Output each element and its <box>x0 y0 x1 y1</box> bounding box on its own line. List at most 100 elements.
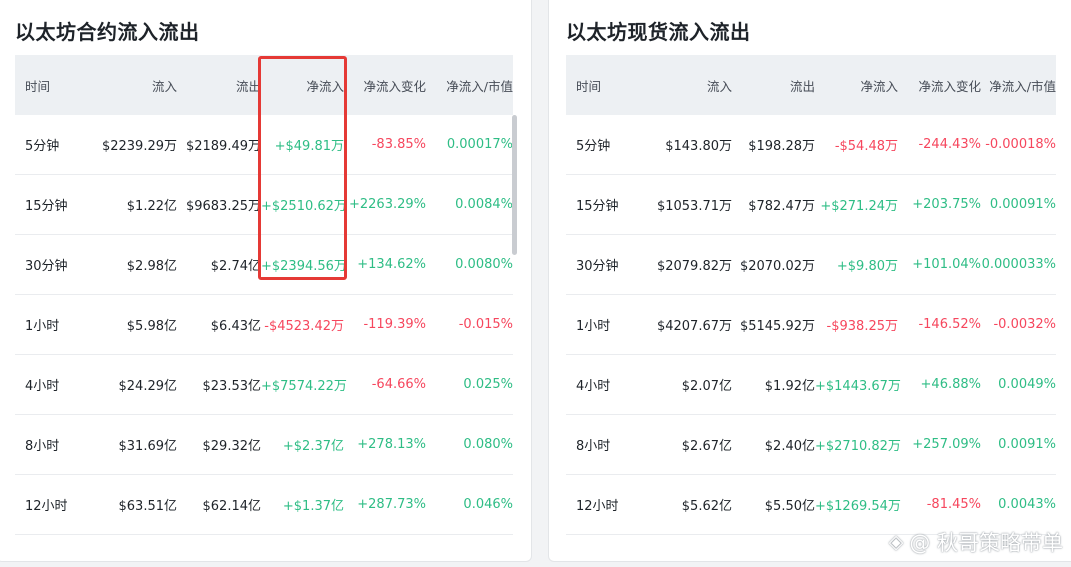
header-outflow[interactable]: 流出 <box>732 76 815 95</box>
cell-inflow: $31.69亿 <box>118 439 178 454</box>
table-row: 30分钟 $2079.82万 $2070.02万 +$9.80万 +101.04% 0.0… <box>566 235 1056 295</box>
binance-diamond-icon: ◈ <box>888 531 904 553</box>
cell-time: 4小时 <box>25 379 60 394</box>
cell-time: 15分钟 <box>25 199 68 214</box>
cell-net-inflow-change: +203.75% <box>912 197 981 212</box>
cell-outflow: $62.14亿 <box>202 499 262 514</box>
header-net-inflow-market-cap[interactable]: 净流入/市值 <box>426 76 513 95</box>
cell-net-inflow-market-cap: -0.0032% <box>993 317 1056 332</box>
cell-net-inflow-market-cap: 0.046% <box>463 497 513 512</box>
cell-time: 5分钟 <box>25 139 60 154</box>
cell-time: 1小时 <box>576 319 611 334</box>
cell-net-inflow-change: +2263.29% <box>348 197 426 212</box>
header-inflow[interactable]: 流入 <box>646 76 732 95</box>
table-scrollbar[interactable] <box>512 115 517 255</box>
table-row: 4小时 $2.07亿 $1.92亿 +$1443.67万 +46.88% 0.0049% <box>566 355 1056 415</box>
cell-net-inflow-market-cap: 0.0091% <box>998 437 1056 452</box>
table-row: 8小时 $2.67亿 $2.40亿 +$2710.82万 +257.09% 0.0091% <box>566 415 1056 475</box>
cell-net-inflow: +$271.24万 <box>820 199 898 214</box>
cell-net-inflow-market-cap: 0.0049% <box>998 377 1056 392</box>
cell-net-inflow-market-cap: 0.0080% <box>455 257 513 272</box>
cell-outflow: $2.74亿 <box>210 259 261 274</box>
cell-outflow: $23.53亿 <box>202 379 262 394</box>
table-row: 30分钟 $2.98亿 $2.74亿 +$2394.56万 +134.62% 0.0080… <box>15 235 513 295</box>
cell-time: 1小时 <box>25 319 60 334</box>
cell-net-inflow-change: +257.09% <box>912 437 981 452</box>
table-header: 时间 流入 流出 净流入 净流入变化 净流入/市值 <box>566 55 1056 115</box>
panel-title: 以太坊合约流入流出 <box>15 20 200 44</box>
cell-outflow: $6.43亿 <box>210 319 261 334</box>
cell-time: 8小时 <box>576 439 611 454</box>
cell-outflow: $2189.49万 <box>185 139 261 154</box>
cell-net-inflow-market-cap: 0.0043% <box>998 497 1056 512</box>
cell-net-inflow: +$1.37亿 <box>282 499 344 514</box>
cell-inflow: $2079.82万 <box>656 259 732 274</box>
cell-inflow: $1053.71万 <box>656 199 732 214</box>
cell-net-inflow: +$9.80万 <box>836 259 898 274</box>
cell-net-inflow-market-cap: 0.025% <box>463 377 513 392</box>
header-net-inflow-market-cap[interactable]: 净流入/市值 <box>981 76 1056 95</box>
cell-time: 8小时 <box>25 439 60 454</box>
cell-time: 12小时 <box>576 499 619 514</box>
cell-net-inflow: -$938.25万 <box>826 319 898 334</box>
header-time[interactable]: 时间 <box>566 76 646 95</box>
cell-net-inflow: +$2710.82万 <box>815 439 901 454</box>
cell-net-inflow-change: +287.73% <box>357 497 426 512</box>
cell-net-inflow-change: +278.13% <box>357 437 426 452</box>
cell-inflow: $2.67亿 <box>681 439 732 454</box>
table-row: 4小时 $24.29亿 $23.53亿 +$7574.22万 -64.66% 0.025% <box>15 355 513 415</box>
cell-net-inflow-market-cap: 0.0084% <box>455 197 513 212</box>
table-row: 5分钟 $2239.29万 $2189.49万 +$49.81万 -83.85% 0.00… <box>15 115 513 175</box>
cell-inflow: $143.80万 <box>665 139 732 154</box>
contract-flow-table: 时间 流入 流出 净流入 净流入变化 净流入/市值 5分钟 $2239.29万 $2189.49… <box>15 55 513 535</box>
cell-net-inflow-market-cap: -0.015% <box>458 317 513 332</box>
cell-inflow: $2.07亿 <box>681 379 732 394</box>
cell-outflow: $198.28万 <box>748 139 815 154</box>
cell-time: 5分钟 <box>576 139 611 154</box>
cell-net-inflow: +$7574.22万 <box>261 379 347 394</box>
cell-inflow: $24.29亿 <box>118 379 178 394</box>
spot-flow-panel: 以太坊现货流入流出 时间 流入 流出 净流入 净流入变化 净流入/市值 5分钟 $143.80… <box>548 0 1071 562</box>
cell-net-inflow: -$54.48万 <box>834 139 898 154</box>
table-row: 5分钟 $143.80万 $198.28万 -$54.48万 -244.43% -0.00… <box>566 115 1056 175</box>
header-net-inflow[interactable]: 净流入 <box>815 76 898 95</box>
cell-net-inflow: +$2394.56万 <box>261 259 347 274</box>
table-row: 1小时 $5.98亿 $6.43亿 -$4523.42万 -119.39% -0.015% <box>15 295 513 355</box>
cell-net-inflow: +$2510.62万 <box>261 199 347 214</box>
header-time[interactable]: 时间 <box>15 76 95 95</box>
cell-outflow: $2.40亿 <box>764 439 815 454</box>
table-row: 8小时 $31.69亿 $29.32亿 +$2.37亿 +278.13% 0.080% <box>15 415 513 475</box>
table-row: 1小时 $4207.67万 $5145.92万 -$938.25万 -146.52% -0… <box>566 295 1056 355</box>
header-net-inflow-change[interactable]: 净流入变化 <box>344 76 426 95</box>
cell-net-inflow-market-cap: 0.00017% <box>446 137 513 152</box>
cell-outflow: $29.32亿 <box>202 439 262 454</box>
cell-inflow: $2239.29万 <box>101 139 177 154</box>
watermark-text: @ 秋哥策略带单 <box>909 531 1063 555</box>
cell-net-inflow-change: +134.62% <box>357 257 426 272</box>
cell-net-inflow: +$1443.67万 <box>815 379 901 394</box>
cell-outflow: $5.50亿 <box>764 499 815 514</box>
header-inflow[interactable]: 流入 <box>95 76 177 95</box>
cell-net-inflow-change: -146.52% <box>918 317 981 332</box>
spot-flow-table: 时间 流入 流出 净流入 净流入变化 净流入/市值 5分钟 $143.80万 $198.28万 -… <box>566 55 1056 535</box>
table-row: 12小时 $5.62亿 $5.50亿 +$1269.54万 -81.45% 0.0043% <box>566 475 1056 535</box>
table-row: 12小时 $63.51亿 $62.14亿 +$1.37亿 +287.73% 0.046% <box>15 475 513 535</box>
cell-net-inflow-market-cap: 0.080% <box>463 437 513 452</box>
cell-inflow: $5.98亿 <box>126 319 177 334</box>
contract-flow-panel: 以太坊合约流入流出 时间 流入 流出 净流入 净流入变化 净流入/市值 5分钟 $2239.2… <box>0 0 532 562</box>
header-net-inflow[interactable]: 净流入 <box>261 76 344 95</box>
cell-net-inflow-change: +101.04% <box>912 257 981 272</box>
cell-inflow: $1.22亿 <box>126 199 177 214</box>
cell-inflow: $5.62亿 <box>681 499 732 514</box>
cell-net-inflow-change: +46.88% <box>920 377 981 392</box>
cell-net-inflow-change: -64.66% <box>371 377 426 392</box>
cell-net-inflow: +$49.81万 <box>274 139 344 154</box>
header-outflow[interactable]: 流出 <box>177 76 261 95</box>
cell-net-inflow-market-cap: -0.00018% <box>985 137 1056 152</box>
table-header: 时间 流入 流出 净流入 净流入变化 净流入/市值 <box>15 55 513 115</box>
cell-net-inflow-market-cap: 0.00091% <box>989 197 1056 212</box>
cell-net-inflow-change: -119.39% <box>363 317 426 332</box>
header-net-inflow-change[interactable]: 净流入变化 <box>898 76 981 95</box>
table-row: 15分钟 $1053.71万 $782.47万 +$271.24万 +203.75% 0.… <box>566 175 1056 235</box>
cell-inflow: $4207.67万 <box>656 319 732 334</box>
